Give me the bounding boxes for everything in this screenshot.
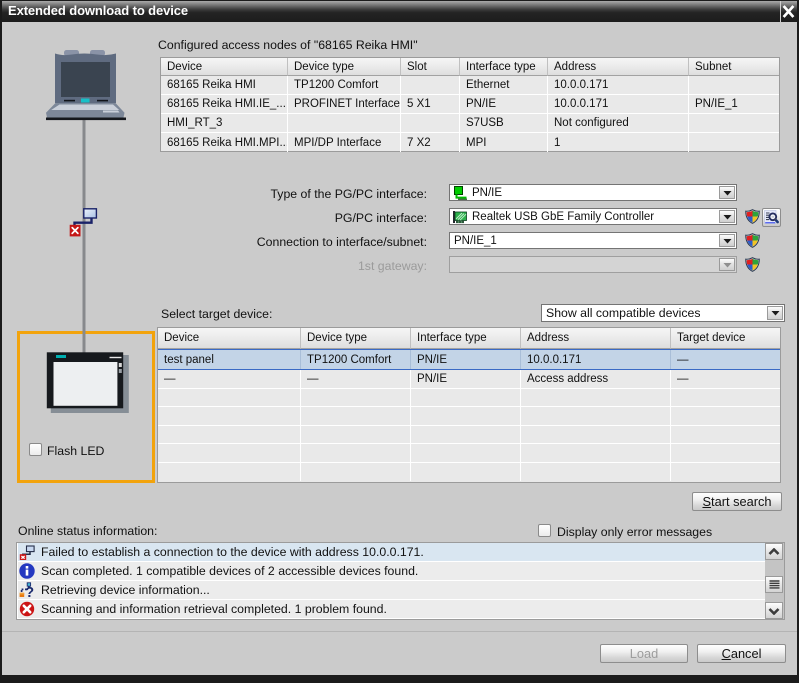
svg-text:?: ? xyxy=(25,585,34,598)
